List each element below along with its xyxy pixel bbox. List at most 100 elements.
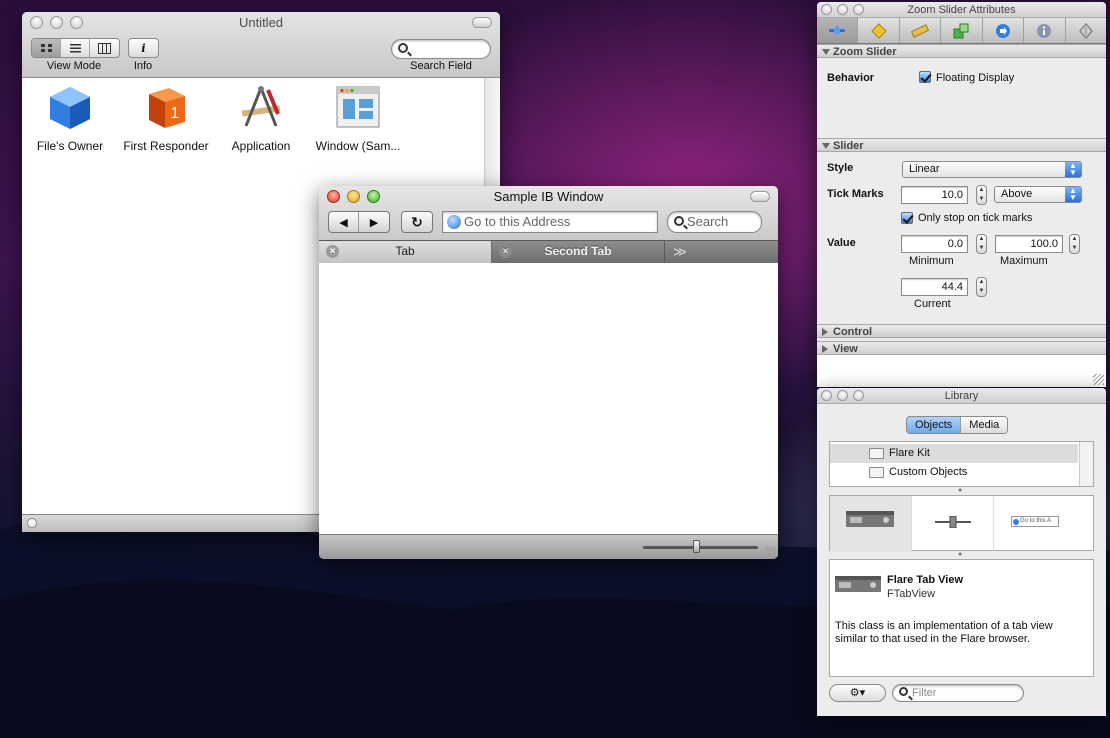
tab-overflow-icon[interactable]: ≫ bbox=[665, 241, 695, 263]
only-stop-checkbox[interactable] bbox=[901, 212, 913, 224]
address-field[interactable]: Go to this Address bbox=[442, 211, 658, 233]
tab-first[interactable]: × Tab bbox=[319, 241, 492, 263]
forward-button[interactable]: ▶ bbox=[359, 212, 389, 232]
sample-titlebar[interactable]: Sample IB Window bbox=[319, 186, 778, 208]
object-application[interactable]: Application bbox=[211, 84, 311, 153]
browser-search-field[interactable]: Search bbox=[667, 211, 762, 233]
zoom-button[interactable] bbox=[853, 4, 864, 15]
floating-display-checkbox[interactable] bbox=[919, 71, 931, 83]
library-filter-field[interactable]: Filter bbox=[892, 684, 1024, 702]
info-icon[interactable] bbox=[1024, 18, 1066, 43]
window-controls bbox=[327, 190, 380, 203]
search-field[interactable] bbox=[391, 39, 491, 59]
minimum-field[interactable]: 0.0 bbox=[901, 235, 968, 253]
document-titlebar[interactable]: Untitled bbox=[22, 12, 500, 34]
tab-second[interactable]: × Second Tab bbox=[492, 241, 665, 263]
slider-icon bbox=[935, 516, 971, 528]
address-tile-text: Go to this A bbox=[1020, 518, 1052, 524]
close-button[interactable] bbox=[327, 190, 340, 203]
list-view-icon[interactable] bbox=[61, 39, 90, 57]
resize-grip[interactable] bbox=[765, 546, 776, 557]
minimum-label: Minimum bbox=[909, 255, 954, 267]
tick-marks-stepper[interactable]: ▲ ▼ bbox=[976, 185, 987, 205]
toolbar-toggle-button[interactable] bbox=[750, 191, 770, 202]
group-flare-kit[interactable]: Flare Kit bbox=[830, 444, 1078, 463]
search-icon bbox=[398, 43, 408, 53]
minimize-button[interactable] bbox=[837, 390, 848, 401]
tab-view-tile[interactable] bbox=[830, 496, 912, 552]
tab-close-icon[interactable]: × bbox=[326, 245, 339, 258]
library-mode-control[interactable]: Objects Media bbox=[906, 416, 1009, 434]
info-icon[interactable]: i bbox=[129, 39, 158, 57]
back-button[interactable]: ◀ bbox=[329, 212, 359, 232]
section-slider-header[interactable]: Slider bbox=[817, 138, 1106, 152]
info-label: Info bbox=[133, 60, 153, 72]
floating-display-label: Floating Display bbox=[936, 72, 1015, 84]
minimum-stepper[interactable]: ▲ ▼ bbox=[976, 234, 987, 254]
document-toolbar: Untitled View Mode i Info Search Field bbox=[22, 12, 500, 78]
panel-controls bbox=[821, 4, 864, 15]
maximum-stepper[interactable]: ▲ ▼ bbox=[1069, 234, 1080, 254]
column-view-icon[interactable] bbox=[90, 39, 119, 57]
size-ruler-icon[interactable] bbox=[900, 18, 942, 43]
tab-close-icon[interactable]: × bbox=[499, 245, 512, 258]
library-titlebar[interactable]: Library bbox=[817, 388, 1106, 404]
slider-tile[interactable] bbox=[912, 496, 994, 552]
address-field-tile[interactable]: Go to this A bbox=[994, 496, 1076, 552]
zoom-button[interactable] bbox=[70, 16, 83, 29]
filter-placeholder: Filter bbox=[912, 687, 937, 699]
close-button[interactable] bbox=[30, 16, 43, 29]
library-title: Library bbox=[944, 390, 979, 402]
current-field[interactable]: 44.4 bbox=[901, 278, 968, 296]
close-button[interactable] bbox=[821, 4, 832, 15]
search-placeholder: Search bbox=[687, 214, 729, 229]
icon-view-icon[interactable] bbox=[32, 39, 61, 57]
bindings-icon[interactable] bbox=[983, 18, 1025, 43]
applescript-icon[interactable] bbox=[1066, 18, 1106, 43]
effects-icon[interactable] bbox=[858, 18, 900, 43]
minimize-button[interactable] bbox=[50, 16, 63, 29]
zoom-button[interactable] bbox=[853, 390, 864, 401]
object-first-responder[interactable]: 1 First Responder bbox=[116, 84, 216, 153]
reload-icon[interactable]: ↻ bbox=[402, 212, 432, 232]
tick-position-popup[interactable]: Above ▲ ▼ bbox=[994, 186, 1082, 203]
style-popup[interactable]: Linear ▲ ▼ bbox=[902, 161, 1082, 178]
current-stepper[interactable]: ▲ ▼ bbox=[976, 277, 987, 297]
splitter-handle-icon[interactable]: ● bbox=[958, 487, 962, 494]
zoom-slider-section: Behavior Floating Display bbox=[817, 58, 1106, 138]
info-button[interactable]: i bbox=[128, 38, 159, 58]
object-files-owner[interactable]: File's Owner bbox=[22, 84, 120, 153]
splitter-handle-icon[interactable]: ● bbox=[958, 551, 962, 558]
object-window[interactable]: Window (Sam... bbox=[308, 84, 408, 153]
objects-segment[interactable]: Objects bbox=[907, 417, 962, 433]
minimize-button[interactable] bbox=[837, 4, 848, 15]
connections-icon[interactable] bbox=[941, 18, 983, 43]
address-field-preview: Go to this A bbox=[1011, 516, 1059, 527]
search-field-label: Search Field bbox=[410, 60, 472, 72]
browser-toolbar: Sample IB Window ◀ ▶ ↻ Go to this Addres… bbox=[319, 186, 778, 263]
view-mode-control[interactable] bbox=[31, 38, 120, 58]
section-control-header[interactable]: Control bbox=[817, 324, 1106, 338]
close-button[interactable] bbox=[821, 390, 832, 401]
inspector-titlebar[interactable]: Zoom Slider Attributes bbox=[817, 2, 1106, 18]
back-forward-control[interactable]: ◀ ▶ bbox=[328, 211, 390, 233]
group-custom-objects[interactable]: Custom Objects bbox=[830, 463, 1078, 482]
section-zoom-slider-header[interactable]: Zoom Slider bbox=[817, 44, 1106, 58]
tick-marks-field[interactable]: 10.0 bbox=[901, 186, 968, 204]
section-view-header[interactable]: View bbox=[817, 341, 1106, 355]
media-segment[interactable]: Media bbox=[961, 417, 1008, 433]
zoom-slider-knob[interactable] bbox=[693, 540, 700, 553]
reload-button[interactable]: ↻ bbox=[401, 211, 433, 233]
minimize-button[interactable] bbox=[347, 190, 360, 203]
zoom-slider[interactable] bbox=[643, 540, 758, 553]
search-icon bbox=[674, 216, 684, 226]
groups-scrollbar[interactable] bbox=[1079, 442, 1093, 486]
action-menu-button[interactable]: ⚙▾ bbox=[829, 684, 886, 702]
slider-attributes-icon[interactable] bbox=[817, 18, 859, 43]
detail-class: FTabView bbox=[887, 588, 936, 600]
toolbar-toggle-button[interactable] bbox=[472, 17, 492, 28]
resize-grip[interactable] bbox=[1093, 374, 1104, 385]
zoom-button[interactable] bbox=[367, 190, 380, 203]
maximum-field[interactable]: 100.0 bbox=[995, 235, 1063, 253]
inspector-tab-strip bbox=[817, 18, 1106, 44]
